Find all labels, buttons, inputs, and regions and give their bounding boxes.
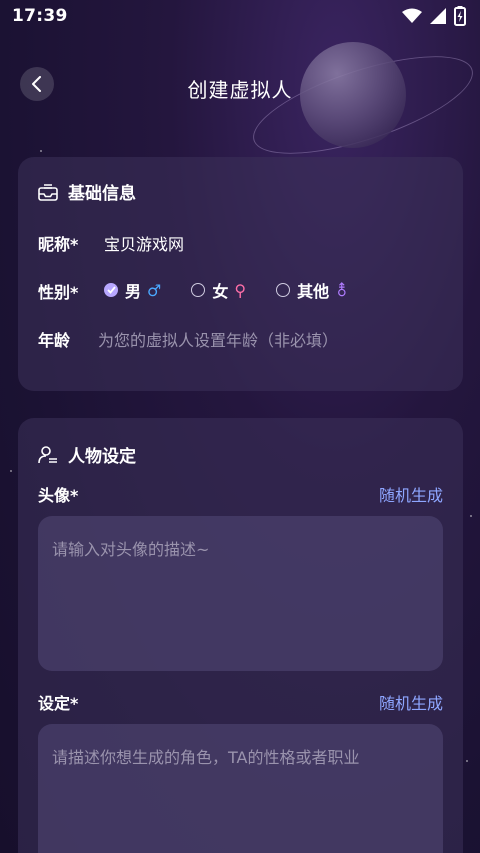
gender-option-label: 其他 (297, 282, 330, 301)
star-decoration (40, 150, 42, 152)
nickname-input[interactable]: 宝贝游戏网 (104, 231, 184, 255)
section-title: 基础信息 (68, 184, 136, 204)
female-symbol-icon: ⚲ (234, 280, 247, 300)
gender-option-other[interactable]: 其他 ⚨ (276, 278, 349, 302)
wifi-icon (402, 8, 422, 23)
basic-info-header: 基础信息 (38, 179, 136, 204)
status-icons (402, 6, 466, 26)
inbox-icon (38, 183, 58, 201)
avatar-description-input[interactable]: 请输入对头像的描述~ (38, 516, 443, 671)
user-settings-icon (38, 445, 57, 463)
setting-label: 设定* (38, 694, 79, 713)
header: 创建虚拟人 (0, 66, 480, 106)
persona-header: 人物设定 (38, 442, 136, 467)
star-decoration (10, 470, 12, 472)
status-time: 17:39 (12, 6, 68, 26)
battery-icon (454, 6, 466, 26)
radio-unchecked-icon (276, 283, 291, 297)
persona-card: 人物设定 头像* 随机生成 请输入对头像的描述~ 设定* 随机生成 请描述你想生… (18, 418, 463, 853)
setting-random-generate-link[interactable]: 随机生成 (379, 690, 443, 714)
basic-info-card: 基础信息 昵称* 宝贝游戏网 性别* 男 ♂ 女 ⚲ 其他 ⚨ 年龄 为您的虚拟… (18, 157, 463, 391)
setting-description-input[interactable]: 请描述你想生成的角色，TA的性格或者职业 (38, 724, 443, 853)
section-title: 人物设定 (68, 447, 136, 467)
age-label: 年龄 (38, 331, 71, 350)
star-decoration (470, 515, 472, 517)
gender-option-label: 男 (125, 282, 142, 301)
gender-radio-group: 男 ♂ 女 ⚲ 其他 ⚨ (104, 278, 379, 302)
age-input[interactable]: 为您的虚拟人设置年龄（非必填） (98, 327, 338, 351)
gender-label: 性别* (38, 283, 79, 302)
radio-unchecked-icon (191, 283, 206, 297)
status-bar: 17:39 (0, 0, 480, 32)
nickname-label: 昵称* (38, 235, 79, 254)
avatar-label: 头像* (38, 486, 79, 505)
avatar-random-generate-link[interactable]: 随机生成 (379, 482, 443, 506)
star-decoration (466, 760, 468, 762)
page-title: 创建虚拟人 (187, 78, 293, 102)
male-symbol-icon: ♂ (147, 280, 162, 300)
gender-option-female[interactable]: 女 ⚲ (191, 278, 246, 302)
gender-option-label: 女 (212, 282, 229, 301)
signal-icon (430, 8, 446, 24)
other-gender-symbol-icon: ⚨ (335, 280, 349, 300)
gender-option-male[interactable]: 男 ♂ (104, 278, 161, 302)
radio-checked-icon (104, 283, 118, 297)
